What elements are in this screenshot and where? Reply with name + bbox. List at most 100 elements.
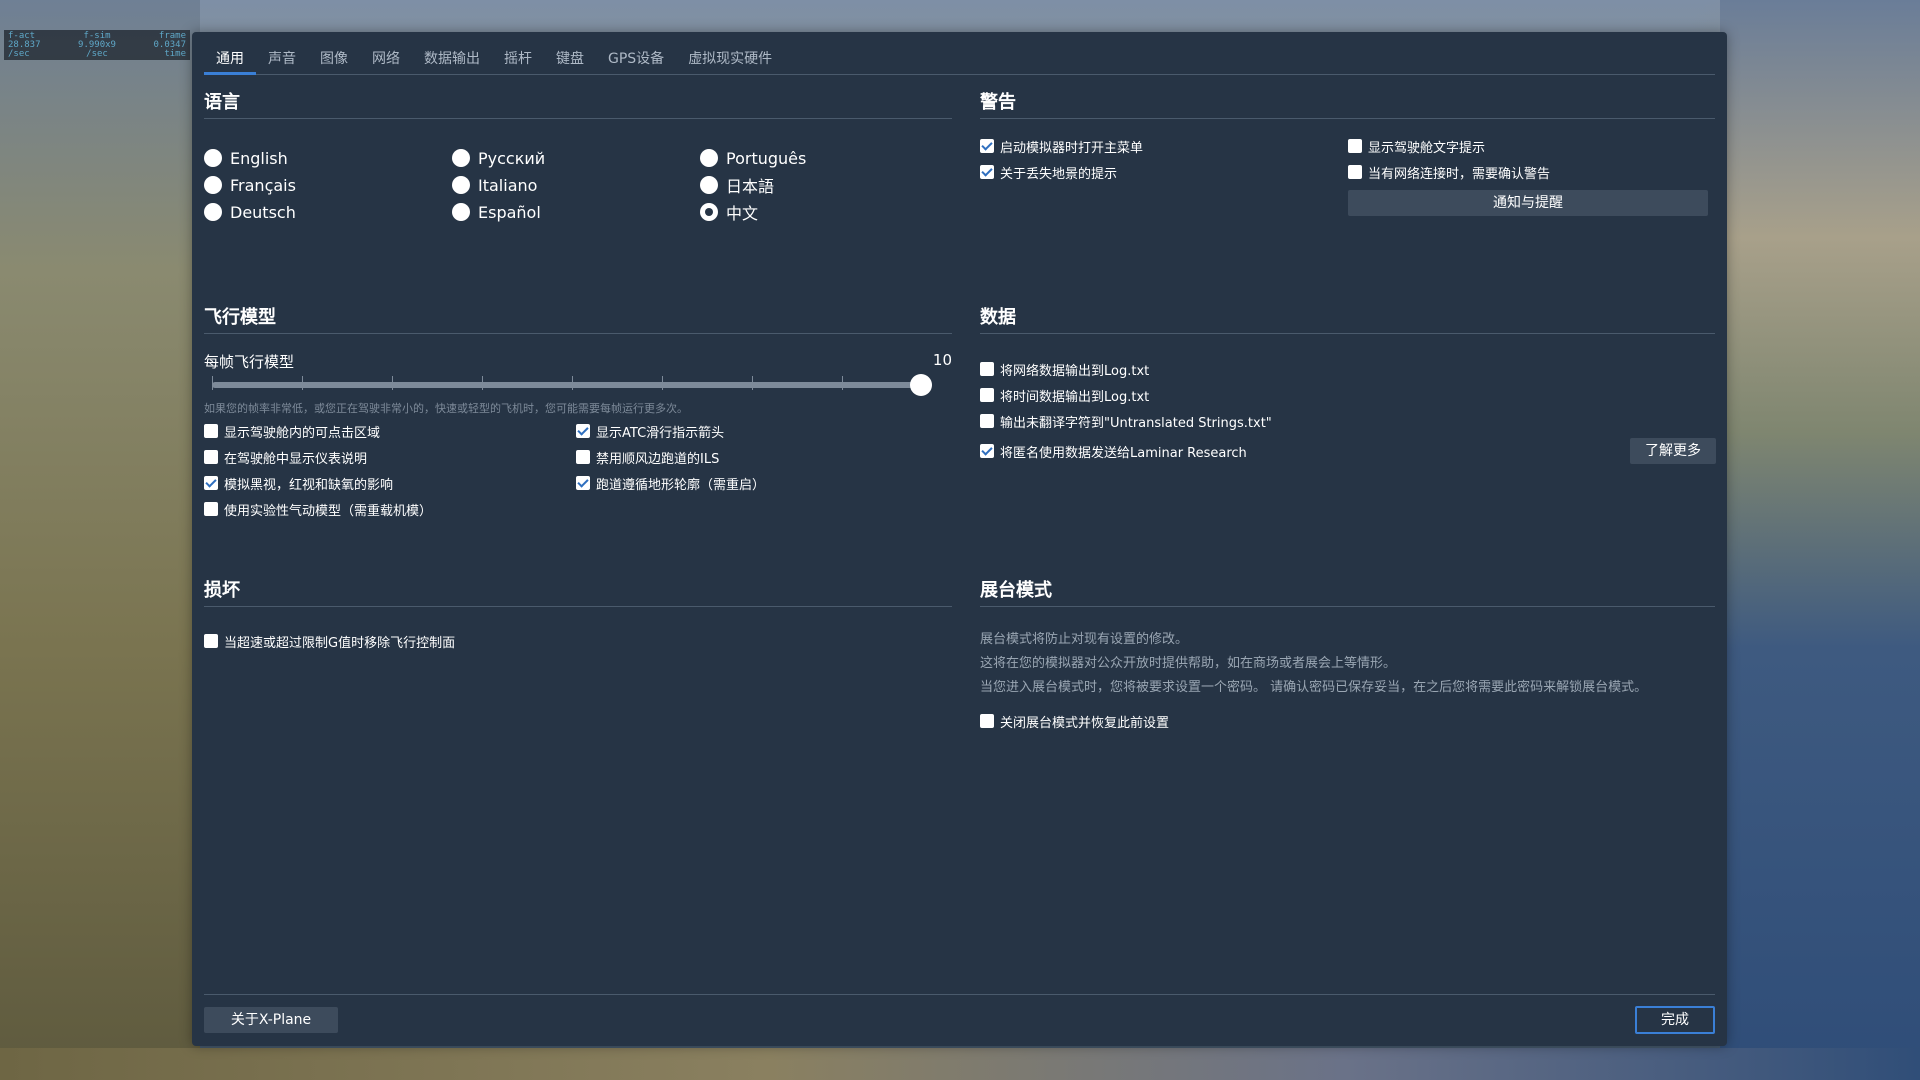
warning-missing-scenery[interactable]: 关于丢失地景的提示 (980, 161, 1117, 183)
stats-unit-f-sim: /sec (86, 49, 108, 59)
done-button[interactable]: 完成 (1635, 1006, 1715, 1034)
option-atc-taxi-arrows[interactable]: 显示ATC滑行指示箭头 (576, 420, 724, 442)
flight-model-hint: 如果您的帧率非常低，或您正在驾驶非常小的，快速或轻型的飞机时，您可能需要每帧运行… (204, 402, 688, 415)
radio-button[interactable] (452, 203, 470, 221)
radio-button[interactable] (452, 176, 470, 194)
tab-general[interactable]: 通用 (204, 46, 256, 75)
kiosk-description-line-3: 当您进入展台模式时，您将被要求设置一个密码。 请确认密码已保存妥当，在之后您将需… (980, 680, 1648, 695)
data-divider (980, 333, 1715, 334)
checkbox[interactable] (980, 714, 994, 728)
background-terrain-bottom (0, 1048, 1920, 1080)
option-show-clickable-regions[interactable]: 显示驾驶舱内的可点击区域 (204, 420, 380, 442)
language-option-french[interactable]: Français (204, 172, 296, 198)
warning-cockpit-text-hints[interactable]: 显示驾驶舱文字提示 (1348, 135, 1485, 157)
checkbox[interactable] (204, 634, 218, 648)
data-output-timing-log[interactable]: 将时间数据输出到Log.txt (980, 384, 1149, 406)
data-output-untranslated-strings[interactable]: 输出未翻译字符到"Untranslated Strings.txt" (980, 410, 1272, 432)
data-output-network-log[interactable]: 将网络数据输出到Log.txt (980, 358, 1149, 380)
checkbox-label: 模拟黑视，红视和缺氧的影响 (224, 477, 394, 493)
tab-gps-devices[interactable]: GPS设备 (596, 46, 676, 72)
checkbox-label: 跑道遵循地形轮廓（需重启） (596, 477, 766, 493)
slider-tick (212, 376, 213, 390)
checkbox-label: 当超速或超过限制G值时移除飞行控制面 (224, 635, 456, 651)
language-option-label: Português (726, 148, 807, 168)
language-option-label: Français (230, 175, 296, 195)
flight-model-slider-value: 10 (932, 351, 952, 369)
tab-keyboard[interactable]: 键盘 (544, 46, 596, 72)
language-divider (204, 118, 952, 119)
slider-thumb[interactable] (910, 374, 932, 396)
language-option-russian[interactable]: Русский (452, 145, 545, 171)
data-send-anonymous-usage[interactable]: 将匿名使用数据发送给Laminar Research (980, 440, 1247, 462)
slider-tick (572, 376, 573, 390)
slider-tick (842, 376, 843, 390)
tab-graphics[interactable]: 图像 (308, 46, 360, 72)
tab-joystick[interactable]: 摇杆 (492, 46, 544, 72)
radio-button-selected[interactable] (700, 203, 718, 221)
checkbox[interactable] (980, 388, 994, 402)
tab-data-output[interactable]: 数据输出 (412, 46, 492, 72)
language-option-label: English (230, 148, 288, 168)
footer-divider (204, 994, 1715, 995)
radio-button[interactable] (204, 176, 222, 194)
kiosk-divider (980, 606, 1715, 607)
option-simulate-blackout-redout[interactable]: 模拟黑视，红视和缺氧的影响 (204, 472, 393, 494)
checkbox-checked[interactable] (576, 476, 590, 490)
slider-tick (302, 376, 303, 390)
checkbox-label: 输出未翻译字符到"Untranslated Strings.txt" (1000, 415, 1272, 431)
checkbox-checked[interactable] (204, 476, 218, 490)
tab-network[interactable]: 网络 (360, 46, 412, 72)
option-runway-follows-terrain[interactable]: 跑道遵循地形轮廓（需重启） (576, 472, 765, 494)
radio-button[interactable] (204, 149, 222, 167)
language-option-german[interactable]: Deutsch (204, 199, 296, 225)
frame-rate-stats: f-act f-sim frame 28.837 9.990x9 0.0347 /sec… (4, 30, 190, 60)
checkbox-label: 在驾驶舱中显示仪表说明 (224, 451, 368, 467)
language-option-label: 中文 (726, 204, 759, 223)
radio-button[interactable] (700, 149, 718, 167)
language-option-spanish[interactable]: Español (452, 199, 541, 225)
radio-button[interactable] (700, 176, 718, 194)
notifications-button[interactable]: 通知与提醒 (1348, 190, 1708, 216)
about-xplane-button[interactable]: 关于X-Plane (204, 1007, 338, 1033)
tab-vr-hardware[interactable]: 虚拟现实硬件 (676, 46, 784, 72)
option-show-instrument-descriptions[interactable]: 在驾驶舱中显示仪表说明 (204, 446, 367, 468)
warnings-divider (980, 118, 1715, 119)
checkbox-label: 将匿名使用数据发送给Laminar Research (1000, 445, 1247, 461)
checkbox[interactable] (204, 424, 218, 438)
checkbox[interactable] (1348, 139, 1362, 153)
language-option-italian[interactable]: Italiano (452, 172, 537, 198)
language-option-japanese[interactable]: 日本語 (700, 172, 774, 198)
checkbox[interactable] (204, 502, 218, 516)
checkbox[interactable] (980, 414, 994, 428)
damage-section-title: 损坏 (204, 580, 240, 601)
language-option-chinese[interactable]: 中文 (700, 199, 758, 225)
tab-sound[interactable]: 声音 (256, 46, 308, 72)
checkbox-checked[interactable] (980, 165, 994, 179)
language-option-label: Deutsch (230, 202, 296, 222)
radio-button[interactable] (204, 203, 222, 221)
checkbox-checked[interactable] (576, 424, 590, 438)
language-option-english[interactable]: English (204, 145, 288, 171)
option-disable-downwind-ils[interactable]: 禁用顺风边跑道的ILS (576, 446, 719, 468)
checkbox[interactable] (204, 450, 218, 464)
checkbox-label: 显示驾驶舱内的可点击区域 (224, 425, 381, 441)
damage-remove-control-surfaces[interactable]: 当超速或超过限制G值时移除飞行控制面 (204, 630, 455, 652)
language-option-label: Español (478, 202, 541, 222)
option-experimental-flight-model[interactable]: 使用实验性气动模型（需重载机模） (204, 498, 432, 520)
checkbox[interactable] (576, 450, 590, 464)
learn-more-button[interactable]: 了解更多 (1630, 438, 1716, 464)
warning-open-main-menu-on-start[interactable]: 启动模拟器时打开主菜单 (980, 135, 1143, 157)
checkbox[interactable] (1348, 165, 1362, 179)
checkbox-checked[interactable] (980, 444, 994, 458)
slider-tick (482, 376, 483, 390)
slider-tick (752, 376, 753, 390)
checkbox[interactable] (980, 362, 994, 376)
checkbox-checked[interactable] (980, 139, 994, 153)
kiosk-description-line-1: 展台模式将防止对现有设置的修改。 (980, 632, 1189, 647)
warning-network-confirm[interactable]: 当有网络连接时，需要确认警告 (1348, 161, 1550, 183)
kiosk-exit-restore-settings[interactable]: 关闭展台模式并恢复此前设置 (980, 710, 1169, 732)
background-terrain-right (1720, 0, 1920, 1080)
slider-tick (662, 376, 663, 390)
language-option-portuguese[interactable]: Português (700, 145, 806, 171)
radio-button[interactable] (452, 149, 470, 167)
